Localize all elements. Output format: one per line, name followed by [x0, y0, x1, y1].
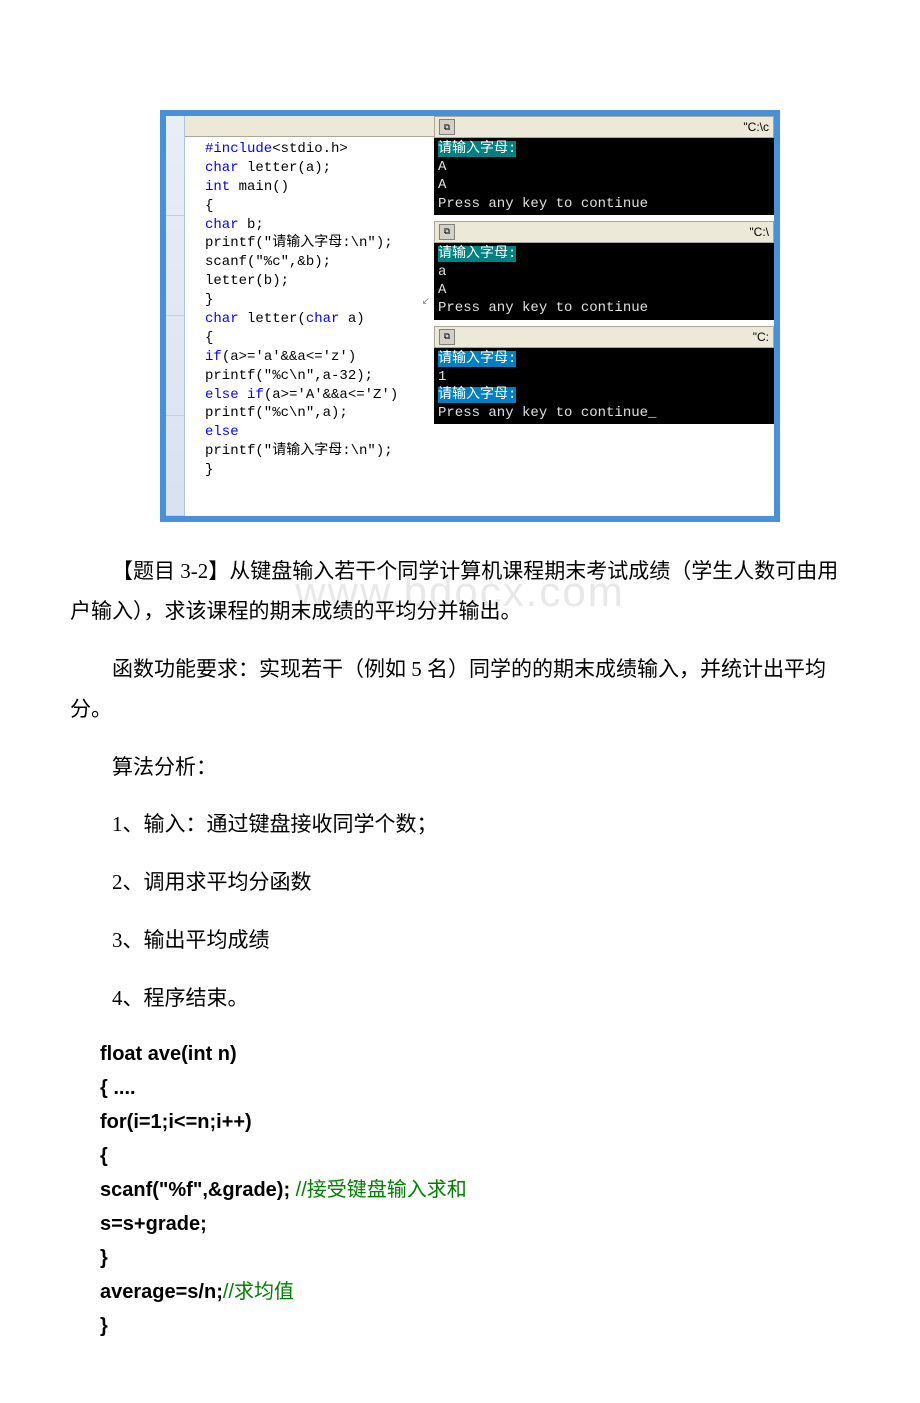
step-4: 4、程序结束。: [70, 979, 850, 1019]
source-code: #include<stdio.h>char letter(a);int main…: [205, 140, 428, 480]
snippet-line: for(i=1;i<=n;i++): [100, 1105, 850, 1139]
algorithm-heading: 算法分析：: [70, 748, 850, 788]
ide-sidebar-sliver: [166, 116, 185, 516]
console-window: ⧉ "C:\ 请输入字母:aAPress any key to continue: [434, 221, 774, 320]
console-path: "C:\c: [743, 120, 769, 134]
console-titlebar: ⧉ "C:: [434, 326, 774, 348]
console-output-area: ⧉"C:\c请输入字母:AAPress any key to continue⧉…: [434, 116, 774, 516]
cmd-icon: ⧉: [439, 224, 455, 240]
snippet-line: float ave(int n): [100, 1037, 850, 1071]
console-output: 请输入字母:aAPress any key to continue: [434, 243, 774, 320]
console-output: 请输入字母:AAPress any key to continue: [434, 138, 774, 215]
document-page: ↙ #include<stdio.h>char letter(a);int ma…: [0, 0, 920, 1403]
step-3: 3、输出平均成绩: [70, 921, 850, 961]
console-path: "C:: [753, 330, 769, 344]
snippet-line: average=s/n;//求均值: [100, 1275, 850, 1309]
pseudocode-snippet: float ave(int n) { .... for(i=1;i<=n;i++…: [100, 1037, 850, 1343]
editor-toolbar: [185, 116, 434, 137]
snippet-line: {: [100, 1139, 850, 1173]
snippet-line: { ....: [100, 1071, 850, 1105]
step-2: 2、调用求平均分函数: [70, 863, 850, 903]
problem-statement: 【题目 3-2】从键盘输入若干个同学计算机课程期末考试成绩（学生人数可由用户输入…: [70, 552, 850, 632]
console-window: ⧉ "C:\c 请输入字母:AAPress any key to continue: [434, 116, 774, 215]
step-1: 1、输入：通过键盘接收同学个数；: [70, 805, 850, 845]
ide-screenshot: ↙ #include<stdio.h>char letter(a);int ma…: [160, 110, 780, 522]
snippet-line: s=s+grade;: [100, 1207, 850, 1241]
console-output: 请输入字母:1请输入字母:Press any key to continue_: [434, 348, 774, 425]
code-editor-pane: ↙ #include<stdio.h>char letter(a);int ma…: [185, 116, 434, 516]
console-window: ⧉ "C: 请输入字母:1请输入字母:Press any key to contin…: [434, 326, 774, 425]
cmd-icon: ⧉: [439, 329, 455, 345]
snippet-line: }: [100, 1309, 850, 1343]
snippet-line: scanf("%f",&grade); //接受键盘输入求和: [100, 1173, 850, 1207]
console-path: "C:\: [749, 225, 769, 239]
console-titlebar: ⧉ "C:\: [434, 221, 774, 243]
console-titlebar: ⧉ "C:\c: [434, 116, 774, 138]
snippet-line: }: [100, 1241, 850, 1275]
resize-handle-icon: ↙: [422, 296, 430, 310]
cmd-icon: ⧉: [439, 119, 455, 135]
function-requirement: 函数功能要求：实现若干（例如 5 名）同学的的期末成绩输入，并统计出平均分。: [70, 650, 850, 730]
watermark-container: 【题目 3-2】从键盘输入若干个同学计算机课程期末考试成绩（学生人数可由用户输入…: [70, 552, 850, 632]
